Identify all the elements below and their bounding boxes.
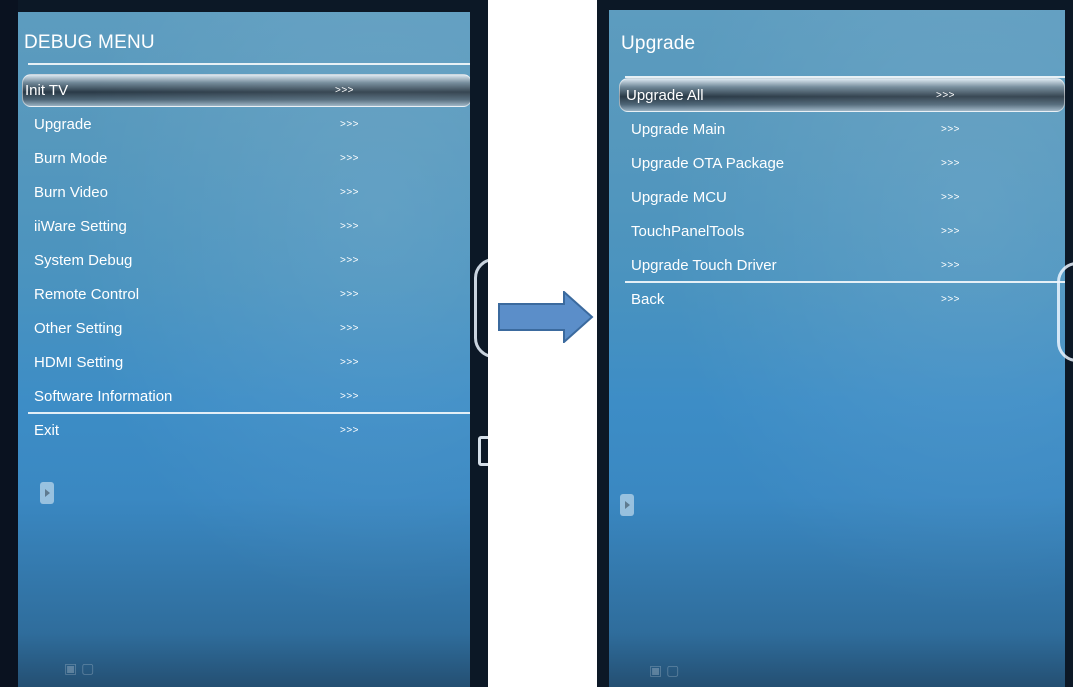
chevron-right-icon: >>> xyxy=(941,259,961,271)
chevron-right-icon: >>> xyxy=(340,152,360,164)
right-arrow-icon xyxy=(498,291,594,343)
chevron-right-icon: >>> xyxy=(340,424,360,436)
chevron-right-icon: >>> xyxy=(340,322,360,334)
menu-item-label: TouchPanelTools xyxy=(631,222,745,240)
menu-item-hdmi-setting[interactable]: HDMI Setting >>> xyxy=(28,345,470,379)
menu-item-upgrade-ota-package[interactable]: Upgrade OTA Package >>> xyxy=(625,146,1065,180)
upgrade-menu-screen: Upgrade Upgrade All >>> Upgrade Main >>>… xyxy=(609,10,1065,687)
chevron-right-icon: >>> xyxy=(340,186,360,198)
menu-item-burn-video[interactable]: Burn Video >>> xyxy=(28,175,470,209)
menu-item-exit[interactable]: Exit >>> xyxy=(28,413,470,447)
comparison-canvas: DEBUG MENU Init TV >>> Upgrade >>> Burn … xyxy=(0,0,1073,687)
menu-item-back[interactable]: Back >>> xyxy=(625,282,1065,316)
chevron-right-icon: >>> xyxy=(340,390,360,402)
menu-item-upgrade-mcu[interactable]: Upgrade MCU >>> xyxy=(625,180,1065,214)
background-square-decoration xyxy=(478,436,488,466)
menu-item-software-information[interactable]: Software Information >>> xyxy=(28,379,470,414)
chevron-right-icon: >>> xyxy=(941,293,961,305)
bezel-left xyxy=(0,0,18,687)
menu-item-label: Remote Control xyxy=(34,285,140,303)
menu-item-label: Upgrade Touch Driver xyxy=(631,256,777,274)
menu-item-label: Exit xyxy=(34,421,60,439)
faint-bottom-icons: ▣ ▢ xyxy=(64,660,95,676)
chevron-right-icon: >>> xyxy=(941,123,961,135)
menu-item-label: Burn Mode xyxy=(34,149,108,167)
menu-item-upgrade-main[interactable]: Upgrade Main >>> xyxy=(625,112,1065,146)
play-triangle-icon[interactable] xyxy=(40,482,54,504)
menu-item-upgrade[interactable]: Upgrade >>> xyxy=(28,107,470,141)
upgrade-menu-list: Upgrade All >>> Upgrade Main >>> Upgrade… xyxy=(619,78,1065,316)
menu-item-label: Burn Video xyxy=(34,183,108,201)
menu-item-label: HDMI Setting xyxy=(34,353,124,371)
background-ring-decoration xyxy=(474,258,488,358)
menu-item-label: Upgrade MCU xyxy=(631,188,727,206)
play-triangle-icon[interactable] xyxy=(620,494,634,516)
chevron-right-icon: >>> xyxy=(941,157,961,169)
chevron-right-icon: >>> xyxy=(335,85,355,96)
menu-item-label: Upgrade OTA Package xyxy=(631,154,785,172)
menu-item-iiware-setting[interactable]: iiWare Setting >>> xyxy=(28,209,470,243)
menu-item-label: Upgrade All xyxy=(626,86,704,104)
chevron-right-icon: >>> xyxy=(340,118,360,130)
chevron-right-icon: >>> xyxy=(941,225,961,237)
chevron-right-icon: >>> xyxy=(340,356,360,368)
menu-item-label: iiWare Setting xyxy=(34,217,127,235)
debug-menu-list: Init TV >>> Upgrade >>> Burn Mode >>> Bu… xyxy=(22,74,470,447)
menu-item-label: Back xyxy=(631,290,665,308)
chevron-right-icon: >>> xyxy=(936,89,956,101)
menu-item-upgrade-all[interactable]: Upgrade All >>> xyxy=(619,78,1065,112)
menu-item-other-setting[interactable]: Other Setting >>> xyxy=(28,311,470,345)
page-title: Upgrade xyxy=(621,33,696,54)
page-title: DEBUG MENU xyxy=(24,32,155,53)
menu-item-burn-mode[interactable]: Burn Mode >>> xyxy=(28,141,470,175)
background-ring-decoration xyxy=(1057,262,1073,362)
menu-item-init-tv[interactable]: Init TV >>> xyxy=(22,74,470,107)
debug-menu-screen: DEBUG MENU Init TV >>> Upgrade >>> Burn … xyxy=(18,12,470,687)
title-divider xyxy=(28,63,470,65)
chevron-right-icon: >>> xyxy=(340,288,360,300)
menu-item-label: Upgrade Main xyxy=(631,120,726,138)
menu-item-label: Upgrade xyxy=(34,115,92,133)
menu-item-label: Software Information xyxy=(34,387,173,405)
right-photo: Upgrade Upgrade All >>> Upgrade Main >>>… xyxy=(597,0,1073,687)
menu-item-label: Init TV xyxy=(25,82,69,99)
left-photo: DEBUG MENU Init TV >>> Upgrade >>> Burn … xyxy=(0,0,488,687)
menu-item-system-debug[interactable]: System Debug >>> xyxy=(28,243,470,277)
menu-item-label: Other Setting xyxy=(34,319,123,337)
menu-item-touchpaneltools[interactable]: TouchPanelTools >>> xyxy=(625,214,1065,248)
faint-bottom-icons: ▣ ▢ xyxy=(649,662,680,678)
menu-item-remote-control[interactable]: Remote Control >>> xyxy=(28,277,470,311)
chevron-right-icon: >>> xyxy=(941,191,961,203)
menu-item-upgrade-touch-driver[interactable]: Upgrade Touch Driver >>> xyxy=(625,248,1065,283)
chevron-right-icon: >>> xyxy=(340,220,360,232)
chevron-right-icon: >>> xyxy=(340,254,360,266)
menu-item-label: System Debug xyxy=(34,251,133,269)
